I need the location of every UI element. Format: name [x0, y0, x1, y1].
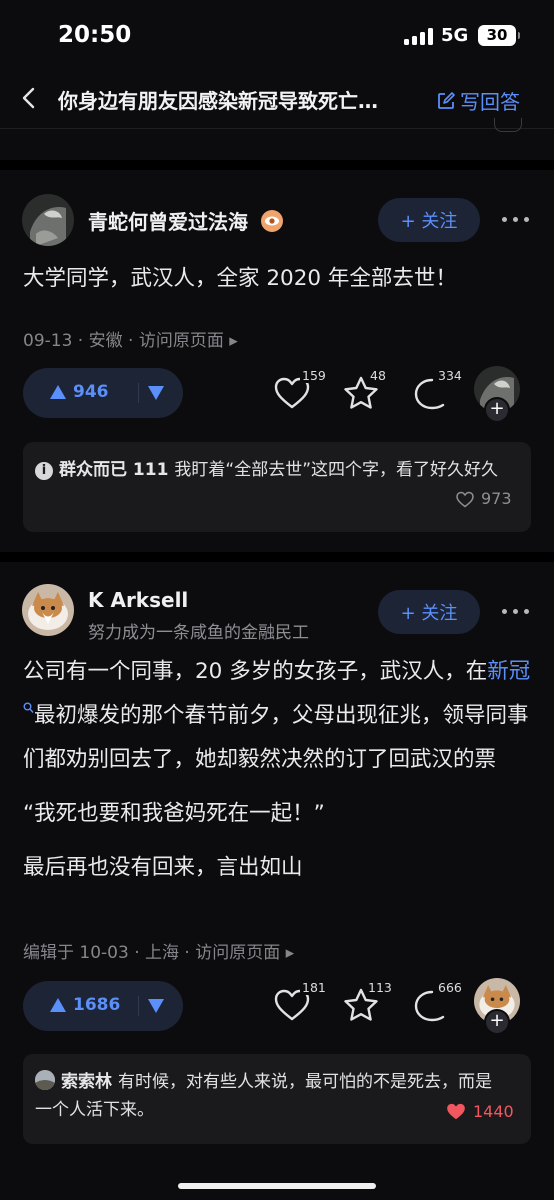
upvote-count: 1686: [73, 995, 121, 1015]
commenter-name[interactable]: 群众而已 111: [59, 460, 168, 480]
plus-icon[interactable]: +: [484, 1009, 510, 1035]
question-title[interactable]: 你身边有朋友因感染新冠导致死亡…: [58, 85, 410, 114]
answer-card: 青蛇何曾爱过法海 + 关注 大学同学，武汉人，全家 2020 年全部去世！ 09…: [0, 170, 554, 552]
nav-divider: [0, 128, 554, 129]
author-name-row[interactable]: 青蛇何曾爱过法海: [88, 206, 283, 235]
upvote-button[interactable]: 1686: [49, 995, 120, 1015]
follow-button[interactable]: + 关注: [378, 590, 480, 634]
answer-paragraph: 大学同学，武汉人，全家 2020 年全部去世！: [23, 266, 457, 291]
comment-count: 666: [436, 980, 464, 995]
answer-card: K Arksell 努力成为一条咸鱼的金融民工 + 关注 公司有一个同事，20 …: [0, 562, 554, 1180]
upvote-icon: [50, 385, 66, 399]
back-icon[interactable]: [18, 86, 42, 110]
commenter-avatar: [35, 1070, 55, 1090]
answer-paragraph: “我死也要和我爸妈死在一起！”: [23, 801, 325, 826]
status-bar: 20:50 5G 30: [0, 0, 554, 72]
previous-card-fragment: [494, 118, 522, 132]
upvote-button[interactable]: 946: [49, 382, 109, 402]
comment-like[interactable]: 973: [455, 489, 512, 508]
author-name[interactable]: K Arksell: [88, 588, 188, 612]
vote-control: 1686: [23, 981, 183, 1031]
comment-like-count: 1440: [473, 1101, 514, 1121]
signal-icon: [404, 28, 434, 45]
comment-text: 我盯着“全部去世”这四个字，看了好久好久: [174, 460, 499, 480]
favorite-count: 113: [366, 980, 394, 995]
author-name[interactable]: 青蛇何曾爱过法海: [88, 210, 248, 234]
comment-like[interactable]: 1440: [445, 1101, 514, 1121]
vote-control: 946: [23, 368, 183, 418]
eye-badge-icon: [260, 210, 283, 232]
more-icon[interactable]: [502, 217, 530, 223]
section-divider: [0, 160, 554, 170]
battery-icon: 30: [478, 25, 520, 46]
top-comment[interactable]: i 群众而已 111 我盯着“全部去世”这四个字，看了好久好久 973: [23, 442, 531, 532]
nav-bar: 你身边有朋友因感染新冠导致死亡… 写回答: [0, 72, 554, 128]
write-answer-label: 写回答: [460, 90, 520, 114]
favorite-count: 48: [368, 368, 388, 383]
info-icon: i: [35, 462, 53, 480]
answer-meta[interactable]: 编辑于 10-03 · 上海 · 访问原页面 ▸: [23, 938, 294, 963]
section-divider: [0, 552, 554, 562]
like-count: 159: [300, 368, 328, 383]
downvote-icon[interactable]: [147, 385, 165, 401]
answer-content: 公司有一个同事，20 多岁的女孩子，武汉人，在新冠最初爆发的那个春节前夕，父母出…: [23, 650, 533, 890]
network-type: 5G: [441, 25, 469, 46]
author-bio: 努力成为一条咸鱼的金融民工: [88, 623, 309, 643]
downvote-icon[interactable]: [147, 998, 165, 1014]
answer-content: 大学同学，武汉人，全家 2020 年全部去世！: [23, 257, 533, 301]
avatar[interactable]: [22, 584, 74, 636]
top-comment[interactable]: 索索林 有时候，对有些人来说，最可怕的不是死去，而是一个人活下来。 1440: [23, 1054, 531, 1144]
plus-icon[interactable]: +: [484, 397, 510, 423]
write-answer-button[interactable]: 写回答: [436, 86, 520, 115]
comment-like-count: 973: [481, 489, 512, 508]
answer-paragraph: 公司有一个同事，20 多岁的女孩子，武汉人，在新冠最初爆发的那个春节前夕，父母出…: [23, 659, 531, 772]
answer-paragraph: 最后再也没有回来，言出如山: [23, 855, 303, 880]
edit-icon: [438, 91, 455, 109]
like-count: 181: [300, 980, 328, 995]
heart-icon: [456, 491, 474, 507]
heart-filled-icon: [447, 1103, 465, 1120]
home-indicator[interactable]: [178, 1183, 376, 1189]
avatar[interactable]: [22, 194, 74, 246]
status-time: 20:50: [58, 22, 132, 48]
upvote-icon: [50, 998, 66, 1012]
answer-meta[interactable]: 09-13 · 安徽 · 访问原页面 ▸: [23, 326, 238, 351]
search-link-icon: [23, 702, 34, 713]
commenter-name[interactable]: 索索林: [61, 1072, 112, 1092]
follow-button[interactable]: + 关注: [378, 198, 480, 242]
more-icon[interactable]: [502, 609, 530, 615]
upvote-count: 946: [73, 382, 109, 402]
comment-count: 334: [436, 368, 464, 383]
